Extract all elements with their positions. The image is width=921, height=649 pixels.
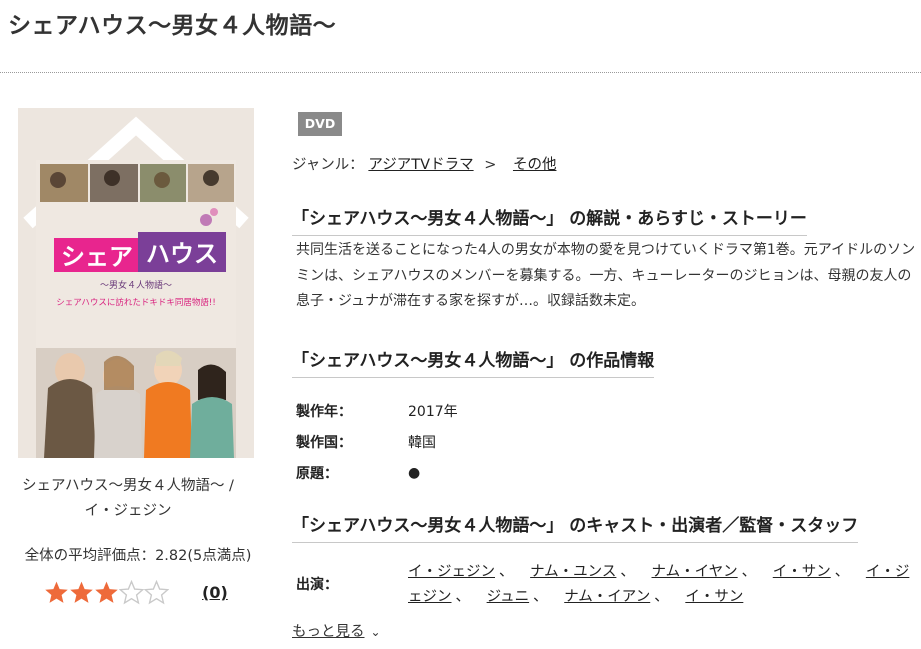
star-empty-icon [144,580,169,605]
star-empty-icon [119,580,144,605]
info-value-original-title: ● [408,464,421,481]
genre-link-asian-tv-drama[interactable]: アジアTVドラマ [368,157,473,173]
review-count-link[interactable]: (0) [202,583,228,602]
cast-link[interactable]: イ・ジェジン [408,564,495,580]
info-table: 製作年： 2017年 製作国： 韓国 原題： ● [296,395,458,488]
cast-separator: 、 [741,564,757,580]
cover-title-pink: シェア [61,243,133,271]
info-row-original-title: 原題： ● [296,457,458,488]
genre-link-other[interactable]: その他 [513,157,557,173]
cover-title-purple: ハウス [146,240,218,268]
chevron-down-icon: ⌄ [370,625,381,639]
title-divider [0,72,921,73]
page-title: シェアハウス〜男女４人物語〜 [8,13,337,39]
cast-list: イ・ジェジン、 ナム・ユンス、 ナム・イヤン、 イ・サン、 イ・ジェジン、 ジュ… [408,560,920,610]
info-row-country: 製作国： 韓国 [296,426,458,457]
cover-caption[interactable]: シェアハウス〜男女４人物語〜 / イ・ジェジン [10,474,246,524]
cover-image[interactable]: シェア ハウス 〜男女４人物語〜 シェアハウスに訪れたドキドキ同居物語!! [18,108,254,458]
show-more-link[interactable]: もっと見る ⌄ [292,620,381,641]
cast-link[interactable]: ジュニ [487,589,530,605]
info-label-country: 製作国： [296,434,352,451]
cast-separator: 、 [654,589,669,605]
genre-breadcrumb: ジャンル： アジアTVドラマ > その他 [292,153,556,174]
info-value-year: 2017年 [408,403,458,420]
review-count[interactable]: (0) [202,583,228,602]
format-badge: DVD [298,112,342,136]
cover-artwork: シェア ハウス 〜男女４人物語〜 シェアハウスに訪れたドキドキ同居物語!! [18,108,254,458]
cover-caption-actor: イ・ジェジン [84,503,172,519]
rating-stars [44,580,169,608]
cast-separator: 、 [620,564,635,580]
cast-link[interactable]: ナム・イヤン [652,564,738,580]
info-label-year: 製作年： [296,403,352,420]
info-heading: 「シェアハウス〜男女４人物語〜」 の作品情報 [292,346,655,378]
star-filled-icon [45,581,68,603]
cast-label: 出演： [296,577,338,593]
cast-separator: 、 [499,564,514,580]
cover-subtitle: 〜男女４人物語〜 [100,279,172,291]
star-filled-icon [70,581,93,603]
cover-caption-title: シェアハウス〜男女４人物語〜 / [22,478,234,494]
cast-link[interactable]: イ・サン [685,589,743,605]
genre-separator: > [484,157,497,173]
cast-link[interactable]: イ・サン [773,564,831,580]
cast-link[interactable]: ナム・ユンス [530,564,616,580]
average-rating: 全体の平均評価点：2.82(5点満点) [24,548,252,564]
story-heading: 「シェアハウス〜男女４人物語〜」 の解説・あらすじ・ストーリー [292,204,807,236]
cast-separator: 、 [834,564,850,580]
cover-tagline: シェアハウスに訪れたドキドキ同居物語!! [56,297,215,308]
cast-link[interactable]: ナム・イアン [564,589,650,605]
cast-separator: 、 [455,589,471,605]
cast-separator: 、 [533,589,548,605]
story-text: 共同生活を送ることになった4人の男女が本物の愛を見つけていくドラマ第1巻。元アイ… [296,242,916,309]
info-label-original-title: 原題： [296,465,338,482]
genre-label: ジャンル： [292,157,364,173]
show-more-label: もっと見る [292,624,365,640]
star-filled-icon [95,581,118,603]
info-row-year: 製作年： 2017年 [296,395,458,426]
cast-heading: 「シェアハウス〜男女４人物語〜」 のキャスト・出演者／監督・スタッフ [292,511,859,543]
info-value-country: 韓国 [408,434,436,451]
